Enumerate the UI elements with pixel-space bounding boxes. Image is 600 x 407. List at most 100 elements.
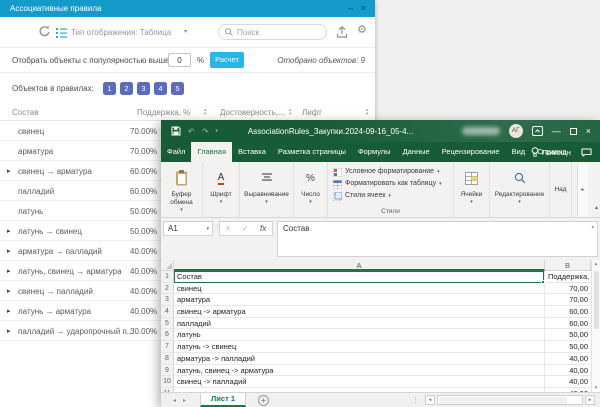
- ribbon-display-options-icon[interactable]: [532, 126, 543, 136]
- alignment-group[interactable]: Выравнивание ▾: [240, 162, 294, 217]
- cell-a[interactable]: арматура: [174, 294, 545, 306]
- cell-b[interactable]: 50,00: [545, 329, 591, 341]
- count-button[interactable]: 4: [154, 82, 167, 95]
- expand-icon[interactable]: ▸: [7, 247, 11, 255]
- expand-icon[interactable]: ▸: [7, 167, 11, 175]
- close-button[interactable]: ×: [361, 0, 366, 17]
- expand-icon[interactable]: ▸: [7, 307, 11, 315]
- search-input[interactable]: [237, 28, 317, 37]
- export-icon[interactable]: [336, 26, 348, 38]
- row-header[interactable]: 3: [161, 294, 174, 306]
- display-type-label[interactable]: Тип отображения: Таблица: [71, 28, 171, 37]
- qat-more-icon[interactable]: ▾: [215, 128, 218, 134]
- excel-titlebar[interactable]: ↶ ↷ ▾ AssociationRules_Закупки.2024-09-1…: [161, 120, 600, 142]
- cell-b[interactable]: 50,00: [545, 341, 591, 353]
- sheet-tab[interactable]: Лист 1: [200, 393, 246, 407]
- grid-row[interactable]: 4 свинец -> арматура 60,00: [161, 306, 591, 318]
- row-header[interactable]: 4: [161, 306, 174, 318]
- cell-b[interactable]: Поддержка, %: [545, 271, 591, 283]
- help-assistant[interactable]: Помощн: [527, 147, 575, 157]
- grid-row[interactable]: 1 Состав Поддержка, %: [161, 271, 591, 283]
- ribbon-tab[interactable]: Рецензирование: [436, 142, 506, 162]
- save-icon[interactable]: [171, 126, 181, 136]
- horizontal-scrollbar[interactable]: ⋮ ◂ ▸: [412, 395, 595, 405]
- minimize-button[interactable]: –: [348, 0, 353, 17]
- ribbon-tab[interactable]: Данные: [397, 142, 436, 162]
- sheet-prev-icon[interactable]: ◂: [173, 397, 176, 404]
- column-header-b[interactable]: B: [545, 260, 591, 271]
- scrollbar-thumb[interactable]: [594, 271, 599, 329]
- row-header[interactable]: 5: [161, 318, 174, 330]
- ribbon-tab[interactable]: Файл: [161, 142, 191, 162]
- maximize-button[interactable]: [570, 128, 577, 135]
- cell-b[interactable]: 70,00: [545, 294, 591, 306]
- gear-icon[interactable]: ⚙: [357, 23, 367, 36]
- grid-row[interactable]: 8 арматура -> палладий 40,00: [161, 353, 591, 365]
- clipboard-group[interactable]: Буфер обмена ▾: [161, 162, 203, 217]
- format-as-table-button[interactable]: Форматировать как таблицу ▾: [333, 178, 442, 190]
- cell-a[interactable]: свинец: [174, 283, 545, 295]
- cell-styles-button[interactable]: Стили ячеек ▾: [333, 190, 391, 202]
- window-titlebar[interactable]: Ассоциативные правила – ×: [0, 0, 375, 17]
- comments-icon[interactable]: [581, 148, 592, 157]
- cancel-icon[interactable]: ×: [226, 224, 231, 233]
- scroll-down-icon[interactable]: ▾: [592, 385, 600, 391]
- formula-bar-collapse-icon[interactable]: ▴: [591, 224, 594, 230]
- scroll-left-icon[interactable]: ◂: [425, 395, 435, 405]
- count-button[interactable]: 1: [103, 82, 116, 95]
- grid-row[interactable]: 9 латунь, свинец -> арматура 40,00: [161, 365, 591, 377]
- count-button[interactable]: 3: [137, 82, 150, 95]
- spreadsheet-grid[interactable]: A B 1 Состав Поддержка, % 2 свинец 70,00: [161, 260, 591, 392]
- splitter-dots[interactable]: ⋮: [412, 396, 419, 404]
- formula-input[interactable]: Состав ▴: [277, 221, 598, 257]
- addins-group[interactable]: Над: [550, 162, 572, 217]
- grid-row[interactable]: 7 латунь -> свинец 50,00: [161, 341, 591, 353]
- row-header[interactable]: 8: [161, 353, 174, 365]
- editing-group[interactable]: Редактирование ▾: [490, 162, 550, 217]
- add-sheet-icon[interactable]: +: [258, 395, 269, 406]
- expand-icon[interactable]: ▸: [7, 267, 11, 275]
- scroll-up-icon[interactable]: ▴: [592, 261, 600, 267]
- search-box[interactable]: [218, 24, 327, 40]
- cell-a[interactable]: латунь: [174, 329, 545, 341]
- ribbon-tab[interactable]: Формулы: [352, 142, 397, 162]
- cell-a[interactable]: латунь -> свинец: [174, 341, 545, 353]
- grid-row[interactable]: 6 латунь 50,00: [161, 329, 591, 341]
- column-header-a[interactable]: A: [174, 260, 545, 271]
- select-all-corner[interactable]: [161, 260, 174, 271]
- expand-icon[interactable]: ▸: [7, 227, 11, 235]
- cell-b[interactable]: 40,00: [545, 353, 591, 365]
- row-header[interactable]: 2: [161, 283, 174, 295]
- cell-a[interactable]: арматура -> палладий: [174, 353, 545, 365]
- cell-a[interactable]: свинец -> арматура: [174, 306, 545, 318]
- font-group[interactable]: А Шрифт ▾: [203, 162, 240, 217]
- row-header[interactable]: 10: [161, 376, 174, 388]
- undo-icon[interactable]: ↶: [188, 127, 195, 136]
- row-header[interactable]: 9: [161, 365, 174, 377]
- cell-b[interactable]: 40,00: [545, 376, 591, 388]
- close-button[interactable]: ×: [586, 120, 591, 142]
- sort-icon[interactable]: ▴▾: [366, 108, 368, 116]
- name-box[interactable]: A1 ▾: [163, 221, 213, 236]
- row-header[interactable]: 7: [161, 341, 174, 353]
- scrollbar-track[interactable]: [437, 395, 583, 405]
- sheet-next-icon[interactable]: ▸: [183, 397, 186, 404]
- calculate-button[interactable]: Расчет: [210, 52, 244, 68]
- ribbon-tab[interactable]: Вставка: [232, 142, 272, 162]
- row-header[interactable]: 6: [161, 329, 174, 341]
- ribbon-tab[interactable]: Главная: [191, 142, 232, 162]
- chevron-down-icon[interactable]: ▾: [184, 28, 187, 35]
- ribbon-scroll-right-icon[interactable]: ▸: [577, 164, 588, 216]
- cell-b[interactable]: 60,00: [545, 318, 591, 330]
- cell-a[interactable]: латунь, свинец -> арматура: [174, 365, 545, 377]
- grid-row[interactable]: 10 свинец -> палладий 40,00: [161, 376, 591, 388]
- grid-row[interactable]: 3 арматура 70,00: [161, 294, 591, 306]
- cell-a[interactable]: Состав: [174, 271, 545, 283]
- count-button[interactable]: 2: [120, 82, 133, 95]
- popularity-input[interactable]: [168, 53, 191, 67]
- grid-row[interactable]: 5 палладий 60,00: [161, 318, 591, 330]
- expand-icon[interactable]: ▸: [7, 327, 11, 335]
- cell-a[interactable]: свинец -> палладий: [174, 376, 545, 388]
- row-header[interactable]: 1: [161, 271, 174, 283]
- cell-b[interactable]: 40,00: [545, 365, 591, 377]
